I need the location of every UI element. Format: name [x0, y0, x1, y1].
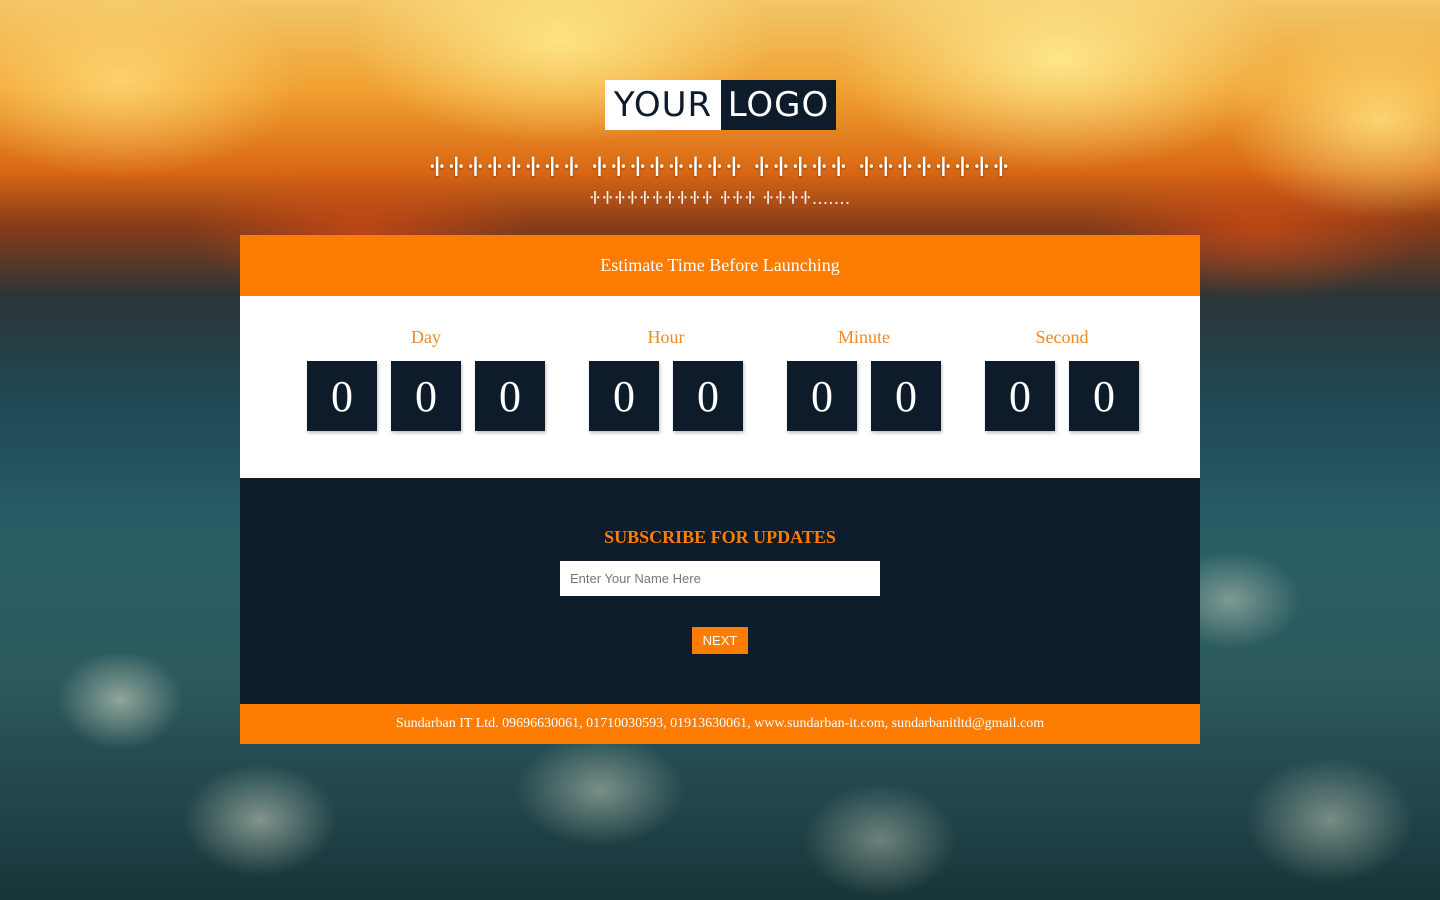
name-input[interactable]: [560, 561, 880, 596]
page-subheadline: 𑀈𑀈𑀈𑀈𑀈𑀈𑀈𑀈𑀈𑀈 𑀈𑀈𑀈 𑀈𑀈𑀈𑀈.......: [589, 188, 851, 208]
countdown-digit: 0: [1069, 361, 1139, 431]
countdown-digit: 0: [787, 361, 857, 431]
panel-header: Estimate Time Before Launching: [240, 235, 1200, 296]
countdown-minute-digits: 0 0: [787, 361, 941, 431]
logo-left-text: YOUR: [605, 80, 721, 130]
countdown-digit: 0: [985, 361, 1055, 431]
panel-header-title: Estimate Time Before Launching: [600, 255, 840, 275]
logo: YOUR LOGO: [605, 80, 836, 130]
countdown-digit: 0: [307, 361, 377, 431]
subscribe-title: SUBSCRIBE FOR UPDATES: [604, 527, 836, 547]
footer-contact-text: Sundarban IT Ltd. 09696630061, 017100305…: [395, 716, 1045, 731]
countdown-timer: Day 0 0 0 Hour 0 0 Minute 0 0 Second 0 0: [240, 296, 1200, 478]
countdown-day-digits: 0 0 0: [307, 361, 545, 431]
subscribe-section: SUBSCRIBE FOR UPDATES NEXT: [240, 478, 1200, 704]
next-button[interactable]: NEXT: [692, 627, 748, 654]
countdown-hour-label: Hour: [647, 327, 685, 347]
launch-panel: Estimate Time Before Launching Day 0 0 0…: [240, 235, 1200, 744]
countdown-minute-label: Minute: [838, 327, 890, 347]
countdown-digit: 0: [673, 361, 743, 431]
countdown-second-label: Second: [1035, 327, 1089, 347]
countdown-digit: 0: [391, 361, 461, 431]
countdown-digit: 0: [871, 361, 941, 431]
footer-contact: Sundarban IT Ltd. 09696630061, 017100305…: [240, 704, 1200, 744]
logo-right-text: LOGO: [721, 80, 836, 130]
countdown-second-digits: 0 0: [985, 361, 1139, 431]
countdown-digit: 0: [589, 361, 659, 431]
countdown-hour-digits: 0 0: [589, 361, 743, 431]
countdown-day-label: Day: [411, 327, 441, 347]
countdown-digit: 0: [475, 361, 545, 431]
page-headline: 𑀈𑀈𑀈𑀈𑀈𑀈𑀈𑀈 𑀈𑀈𑀈𑀈𑀈𑀈𑀈𑀈 𑀈𑀈𑀈𑀈𑀈 𑀈𑀈𑀈𑀈𑀈𑀈𑀈𑀈: [428, 152, 1012, 182]
